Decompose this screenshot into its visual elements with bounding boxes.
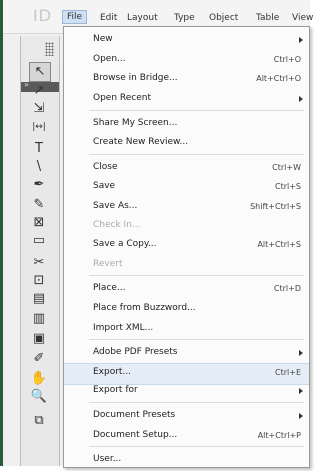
submenu-arrow-icon [299, 96, 303, 102]
submenu-arrow-icon [299, 350, 303, 356]
tools-panel: » ↖ ↗ ⇲ |↔| T \ ✒ ✎ ⊠ ▭ ✂ ⊡ ▤ ▥ ▣ ✐ ✋ 🔍 ⧉ [20, 36, 60, 466]
menu-item-import-xml[interactable]: Import XML... [64, 320, 309, 340]
gradient-swatch-tool-icon[interactable]: ▤ [29, 290, 49, 308]
menu-item-document-presets[interactable]: Document Presets [64, 407, 309, 427]
pencil-tool-icon[interactable]: ✎ [29, 196, 49, 214]
menu-item-label: Export... [93, 367, 132, 377]
menu-view[interactable]: View [292, 13, 313, 23]
menu-item-label: Document Setup... [93, 430, 178, 440]
menu-item-label: Place from Buzzword... [93, 303, 196, 313]
menu-edit[interactable]: Edit [100, 13, 117, 23]
pen-tool-icon[interactable]: ✒ [29, 176, 49, 194]
menu-item-label: User... [93, 454, 122, 464]
menu-separator [89, 402, 304, 403]
file-menu-dropdown: New Open... Ctrl+O Browse in Bridge... Alt+C… [63, 26, 310, 468]
menu-item-label: Open... [93, 54, 126, 64]
menu-item-save-as[interactable]: Save As... Shift+Ctrl+S [64, 198, 309, 218]
menu-type[interactable]: Type [174, 13, 195, 23]
menu-item-shortcut: Ctrl+E [275, 368, 301, 377]
menu-separator [89, 110, 304, 111]
page-tool-icon[interactable]: ⇲ [29, 100, 49, 118]
menu-item-label: Export for [93, 385, 138, 395]
menu-item-label: Save As... [93, 201, 138, 211]
eyedropper-tool-icon[interactable]: ✐ [29, 350, 49, 368]
menu-item-shortcut: Ctrl+D [273, 284, 301, 293]
menu-table[interactable]: Table [256, 13, 279, 23]
type-tool-icon[interactable]: T [29, 140, 49, 158]
direct-selection-tool-icon[interactable]: ↗ [29, 82, 49, 100]
gap-tool-icon[interactable]: |↔| [29, 118, 49, 136]
grip-icon[interactable] [45, 42, 54, 56]
rectangle-tool-icon[interactable]: ▭ [29, 232, 49, 250]
menu-separator [89, 154, 304, 155]
menu-item-label: New [93, 34, 113, 44]
menu-item-shortcut: Alt+Ctrl+S [257, 240, 301, 249]
menu-item-check-in: Check In... [64, 217, 309, 237]
menu-item-new[interactable]: New [64, 31, 309, 51]
scissors-tool-icon[interactable]: ✂ [29, 254, 49, 272]
menu-item-shortcut: Alt+Ctrl+O [256, 74, 301, 83]
fill-stroke-icon[interactable]: ⧉ [29, 412, 49, 430]
menu-item-shortcut: Ctrl+W [272, 163, 301, 172]
submenu-arrow-icon [299, 388, 303, 394]
menu-item-label: Check In... [93, 220, 141, 230]
menu-item-adobe-pdf-presets[interactable]: Adobe PDF Presets [64, 344, 309, 364]
menu-item-shortcut: Alt+Ctrl+P [257, 431, 301, 440]
menu-item-revert: Revert [64, 256, 309, 276]
menu-item-label: Open Recent [93, 93, 152, 103]
menu-item-open[interactable]: Open... Ctrl+O [64, 51, 309, 71]
tools-panel-header [21, 36, 59, 64]
menu-item-save[interactable]: Save Ctrl+S [64, 178, 309, 198]
menu-item-label: Browse in Bridge... [93, 73, 178, 83]
menu-item-place[interactable]: Place... Ctrl+D [64, 280, 309, 300]
menu-item-shortcut: Ctrl+S [274, 182, 301, 191]
menu-item-label: Import XML... [93, 323, 154, 333]
rectangle-frame-tool-icon[interactable]: ⊠ [29, 214, 49, 232]
menu-item-user[interactable]: User... [64, 451, 309, 471]
note-tool-icon[interactable]: ▣ [29, 330, 49, 348]
menu-item-open-recent[interactable]: Open Recent [64, 90, 309, 110]
zoom-tool-icon[interactable]: 🔍 [29, 388, 49, 406]
menu-item-label: Save [93, 181, 116, 191]
menu-item-shortcut: Ctrl+O [273, 55, 301, 64]
menu-item-label: Create New Review... [93, 137, 189, 147]
gradient-feather-tool-icon[interactable]: ▥ [29, 310, 49, 328]
selection-tool-icon[interactable]: ↖ [29, 62, 51, 82]
menu-item-label: Document Presets [93, 410, 176, 420]
window-edge [0, 0, 3, 466]
hand-tool-icon[interactable]: ✋ [29, 370, 49, 388]
app-logo: ID [33, 6, 52, 25]
menu-item-label: Share My Screen... [93, 118, 178, 128]
menu-item-browse-in-bridge[interactable]: Browse in Bridge... Alt+Ctrl+O [64, 70, 309, 90]
menu-item-save-a-copy[interactable]: Save a Copy... Alt+Ctrl+S [64, 236, 309, 256]
menu-item-create-new-review[interactable]: Create New Review... [64, 134, 309, 154]
submenu-arrow-icon [299, 37, 303, 43]
menu-item-share-my-screen[interactable]: Share My Screen... [64, 115, 309, 135]
menu-item-place-from-buzzword[interactable]: Place from Buzzword... [64, 300, 309, 320]
submenu-arrow-icon [299, 413, 303, 419]
menu-item-label: Save a Copy... [93, 239, 157, 249]
line-tool-icon[interactable]: \ [29, 158, 49, 176]
menu-item-document-setup[interactable]: Document Setup... Alt+Ctrl+P [64, 427, 309, 447]
free-transform-tool-icon[interactable]: ⊡ [29, 272, 49, 290]
menu-layout[interactable]: Layout [127, 13, 158, 23]
menu-item-shortcut: Shift+Ctrl+S [250, 202, 301, 211]
menu-object[interactable]: Object [209, 13, 238, 23]
menu-item-export-for[interactable]: Export for [64, 382, 309, 402]
menu-item-close[interactable]: Close Ctrl+W [64, 159, 309, 179]
menu-item-label: Close [93, 162, 118, 172]
menu-item-label: Revert [93, 259, 123, 269]
menu-file[interactable]: File [62, 10, 88, 24]
menu-item-label: Adobe PDF Presets [93, 347, 178, 357]
menu-item-label: Place... [93, 283, 126, 293]
